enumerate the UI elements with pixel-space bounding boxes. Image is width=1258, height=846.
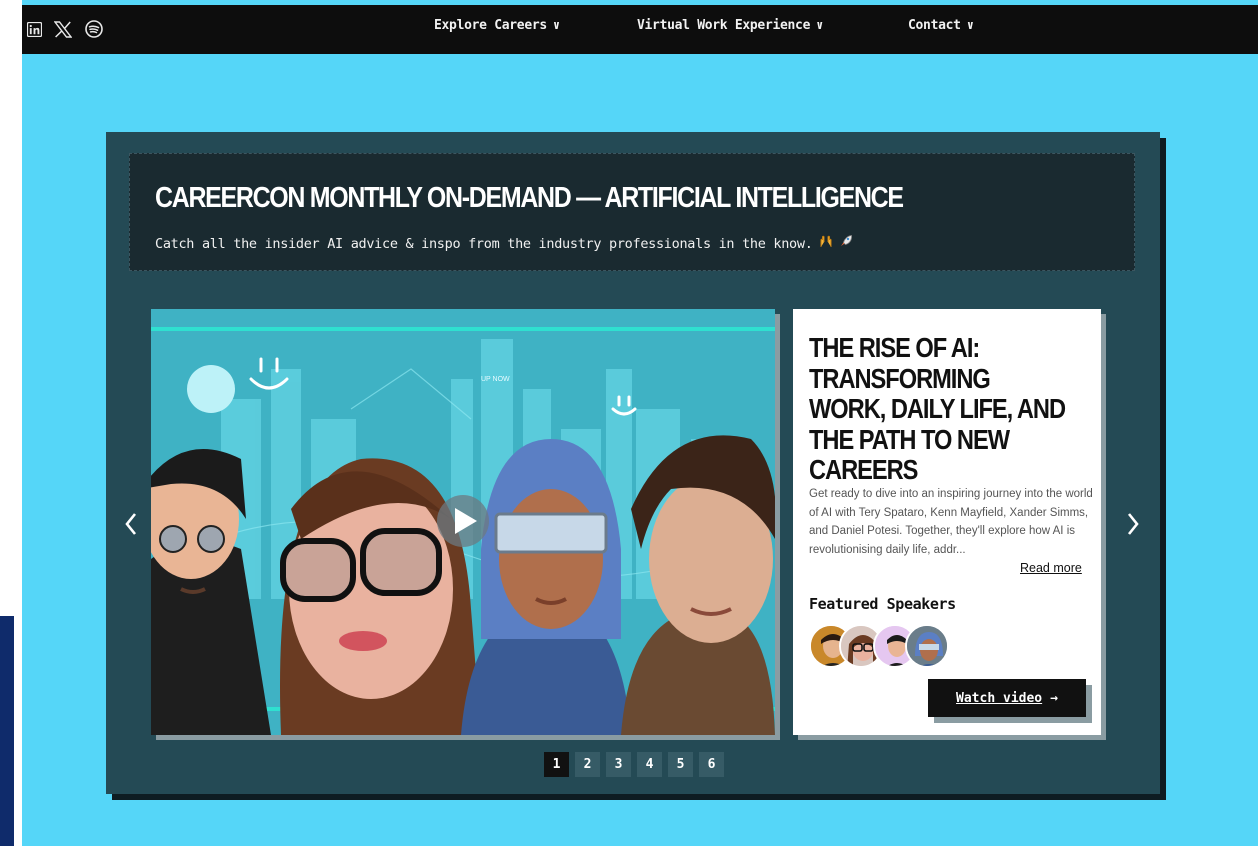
rocket-icon <box>839 234 853 252</box>
video-description: Get ready to dive into an inspiring jour… <box>809 488 1093 556</box>
top-navigation-bar: Explore Careers ∨ Virtual Work Experience… <box>22 5 1258 54</box>
watch-video-button[interactable]: Watch video → <box>928 679 1086 717</box>
nav-explore-careers[interactable]: Explore Careers ∨ <box>434 18 560 33</box>
page-button-6[interactable]: 6 <box>699 752 724 777</box>
video-thumbnail[interactable]: UP NOW <box>151 309 775 735</box>
video-info-card: THE RISE OF AI: TRANSFORMING WORK, DAILY… <box>793 309 1101 735</box>
page-button-3[interactable]: 3 <box>606 752 631 777</box>
watch-video-label: Watch video <box>956 690 1043 706</box>
page-button-4[interactable]: 4 <box>637 752 662 777</box>
page-button-2[interactable]: 2 <box>575 752 600 777</box>
page-button-5[interactable]: 5 <box>668 752 693 777</box>
nav-explore-careers-label: Explore Careers <box>434 18 547 33</box>
page-button-1[interactable]: 1 <box>544 752 569 777</box>
chevron-down-icon: ∨ <box>966 18 974 32</box>
read-more-link[interactable]: Read more <box>1018 561 1082 575</box>
arrow-right-icon: → <box>1050 690 1058 706</box>
chevron-left-icon <box>125 513 137 535</box>
carousel-prev-button[interactable] <box>120 508 142 540</box>
video-sign-text: UP NOW <box>481 376 510 383</box>
nav-virtual-work-experience-label: Virtual Work Experience <box>637 18 811 33</box>
section-header: CAREERCON MONTHLY ON-DEMAND — ARTIFICIAL… <box>129 153 1135 271</box>
section-title: CAREERCON MONTHLY ON-DEMAND — ARTIFICIAL… <box>155 182 904 214</box>
featured-speakers-label: Featured Speakers <box>809 595 956 613</box>
nav-contact-label: Contact <box>908 18 961 33</box>
play-icon[interactable] <box>437 495 489 547</box>
video-title: THE RISE OF AI: TRANSFORMING WORK, DAILY… <box>809 332 1066 485</box>
nav-virtual-work-experience[interactable]: Virtual Work Experience ∨ <box>637 18 823 33</box>
featured-speakers-avatars <box>809 624 979 672</box>
carousel-pagination: 1 2 3 4 5 6 <box>544 752 724 777</box>
section-subtitle-line: Catch all the insider AI advice & inspo … <box>155 234 853 252</box>
spotify-icon[interactable] <box>83 15 105 43</box>
chevron-down-icon: ∨ <box>816 18 824 32</box>
raised-hands-icon <box>819 234 833 252</box>
left-edge-block <box>0 616 14 846</box>
x-icon[interactable] <box>52 15 74 43</box>
section-subtitle: Catch all the insider AI advice & inspo … <box>155 236 813 252</box>
speaker-avatar[interactable] <box>905 624 949 668</box>
chevron-down-icon: ∨ <box>552 18 560 32</box>
chevron-right-icon <box>1127 513 1139 535</box>
nav-contact[interactable]: Contact ∨ <box>908 18 974 33</box>
carousel-next-button[interactable] <box>1122 508 1144 540</box>
linkedin-icon[interactable] <box>24 15 44 43</box>
